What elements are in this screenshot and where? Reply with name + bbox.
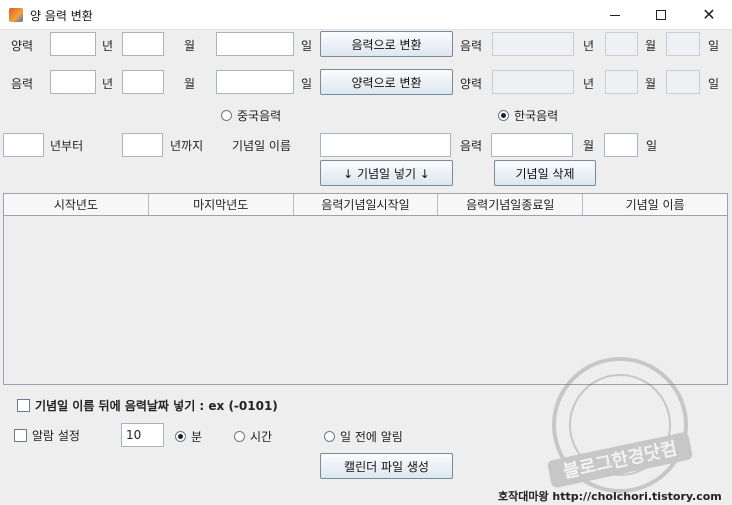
lunar-year-input[interactable] (50, 70, 96, 94)
solar-day-unit: 일 (301, 39, 313, 53)
solar-month-unit: 월 (184, 39, 196, 53)
radio-unselected-icon (234, 431, 245, 442)
append-lunar-date-label: 기념일 이름 뒤에 음력날짜 넣기 : ex (-0101) (35, 399, 278, 413)
minute-label: 분 (191, 430, 203, 444)
lunar-month-unit: 월 (184, 77, 196, 91)
java-app-icon (9, 8, 23, 22)
lunar-day-unit: 일 (301, 77, 313, 91)
checkbox-icon (17, 399, 30, 412)
anniversary-month-unit: 월 (583, 139, 595, 153)
alarm-value-input[interactable]: 10 (121, 423, 164, 447)
lunar-result-day-unit: 일 (708, 39, 720, 53)
anniversary-lunar-label: 음력 (460, 139, 483, 153)
radio-selected-icon (175, 431, 186, 442)
korea-lunar-label: 한국음력 (514, 109, 559, 123)
lunar-result-year-unit: 년 (583, 39, 595, 53)
anniversary-name-label: 기념일 이름 (232, 139, 292, 153)
window-title: 양 음력 변환 (30, 9, 93, 23)
anniversary-day-unit: 일 (646, 139, 658, 153)
lunar-month-input[interactable] (122, 70, 164, 94)
solar-result-year (492, 70, 574, 94)
lunar-result-month-unit: 월 (645, 39, 657, 53)
korea-lunar-radio[interactable]: 한국음력 (498, 107, 558, 124)
lunar-result-year (492, 32, 574, 56)
solar-year-unit: 년 (102, 39, 114, 53)
lunar-result-month (605, 32, 638, 56)
hour-radio[interactable]: 시간 (234, 428, 272, 445)
solar-result-month-unit: 월 (645, 77, 657, 91)
solar-result-day (666, 70, 700, 94)
maximize-icon (656, 10, 666, 20)
radio-unselected-icon (324, 431, 335, 442)
solar-month-input[interactable] (122, 32, 164, 56)
radio-unselected-icon (221, 110, 232, 121)
anniversary-month-input[interactable] (491, 133, 573, 157)
minute-radio[interactable]: 분 (175, 428, 202, 445)
append-lunar-date-checkbox[interactable]: 기념일 이름 뒤에 음력날짜 넣기 : ex (-0101) (17, 397, 278, 414)
anniversary-day-input[interactable] (604, 133, 638, 157)
day-before-radio[interactable]: 일 전에 알림 (324, 428, 403, 445)
maximize-button[interactable] (638, 0, 684, 30)
solar-result-label: 양력 (460, 77, 483, 91)
solar-label: 양력 (11, 39, 34, 53)
column-header[interactable]: 기념일 이름 (583, 194, 727, 215)
from-year-label: 년부터 (50, 139, 84, 153)
watermark-text: 블로그한경닷컴 (561, 438, 679, 483)
convert-to-solar-button[interactable]: 양력으로 변환 (320, 69, 453, 95)
table-header: 시작년도 마지막년도 음력기념일시작일 음력기념일종료일 기념일 이름 (4, 194, 727, 216)
credit-text: 호작대마왕 http://cholchori.tistory.com (498, 490, 722, 503)
from-year-input[interactable] (3, 133, 44, 157)
china-lunar-radio[interactable]: 중국음력 (221, 107, 281, 124)
create-calendar-file-button[interactable]: 캘린더 파일 생성 (320, 453, 453, 479)
convert-to-lunar-button[interactable]: 음력으로 변환 (320, 31, 453, 57)
lunar-result-day (666, 32, 700, 56)
delete-anniversary-button[interactable]: 기념일 삭제 (494, 160, 596, 186)
solar-result-month (605, 70, 638, 94)
solar-year-input[interactable] (50, 32, 96, 56)
solar-result-year-unit: 년 (583, 77, 595, 91)
column-header[interactable]: 마지막년도 (149, 194, 294, 215)
close-button[interactable]: ✕ (686, 0, 732, 30)
lunar-day-input[interactable] (216, 70, 294, 94)
alarm-label: 알람 설정 (32, 429, 80, 443)
close-icon: ✕ (702, 5, 716, 24)
hour-label: 시간 (250, 430, 273, 444)
lunar-result-label: 음력 (460, 39, 483, 53)
minimize-button[interactable] (592, 0, 638, 30)
add-anniversary-button[interactable]: ↓ 기념일 넣기 ↓ (320, 160, 453, 186)
alarm-checkbox[interactable]: 알람 설정 (14, 427, 80, 444)
column-header[interactable]: 음력기념일종료일 (438, 194, 584, 215)
solar-day-input[interactable] (216, 32, 294, 56)
column-header[interactable]: 음력기념일시작일 (294, 194, 439, 215)
column-header[interactable]: 시작년도 (4, 194, 149, 215)
minimize-icon (610, 14, 620, 16)
china-lunar-label: 중국음력 (237, 109, 282, 123)
checkbox-icon (14, 429, 27, 442)
radio-selected-icon (498, 110, 509, 121)
solar-result-day-unit: 일 (708, 77, 720, 91)
anniversary-table[interactable]: 시작년도 마지막년도 음력기념일시작일 음력기념일종료일 기념일 이름 (3, 193, 728, 385)
day-before-label: 일 전에 알림 (340, 430, 403, 444)
title-bar: 양 음력 변환 ✕ (0, 0, 732, 30)
to-year-input[interactable] (122, 133, 163, 157)
anniversary-name-input[interactable] (320, 133, 451, 157)
to-year-label: 년까지 (170, 139, 204, 153)
lunar-year-unit: 년 (102, 77, 114, 91)
lunar-label: 음력 (11, 77, 34, 91)
